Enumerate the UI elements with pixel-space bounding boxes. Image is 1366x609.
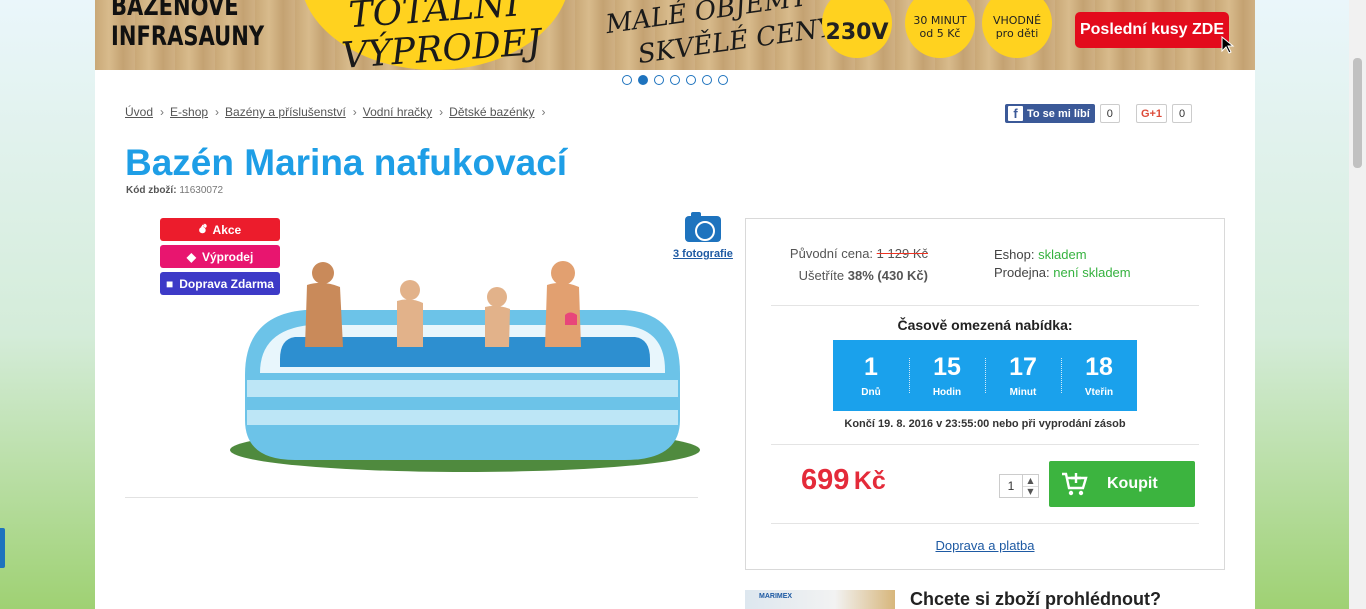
banner-circle-text: TOTÁLNÍ VÝPRODEJ (340, 0, 543, 70)
page-content: BAZÉNOVÉ INFRASAUNY TOTÁLNÍ VÝPRODEJ MAL… (95, 0, 1255, 609)
breadcrumb-item-detske-bazenky[interactable]: Dětské bazénky (449, 105, 534, 119)
chevron-right-icon: › (541, 105, 546, 119)
slider-dot[interactable] (654, 75, 664, 85)
transport-payment-link[interactable]: Doprava a platba (746, 538, 1224, 553)
photos-link[interactable]: 3 fotografie (673, 212, 733, 260)
facebook-like: f To se mi líbí 0 (1005, 104, 1120, 123)
breadcrumb: Úvod › E-shop › Bazény a příslušenství ›… (125, 105, 552, 119)
quantity-arrows[interactable]: ▲ ▼ (1023, 474, 1039, 498)
banner-left-text: BAZÉNOVÉ INFRASAUNY (111, 0, 265, 52)
original-price: Původní cena: 1 129 Kč (789, 246, 928, 261)
breadcrumb-item-eshop[interactable]: E-shop (170, 105, 208, 119)
buy-panel: Původní cena: 1 129 Kč Ušetříte 38% (430… (745, 218, 1225, 570)
cart-icon (1062, 472, 1088, 496)
showroom-heading: Chcete si zboží prohlédnout? (910, 589, 1161, 609)
countdown-timer: 1 Dnů 15 Hodin 17 Minut 18 Vteřin (833, 340, 1137, 411)
offer-end-text: Končí 19. 8. 2016 v 23:55:00 nebo při vy… (844, 418, 1126, 430)
google-plus-button[interactable]: G+1 (1136, 104, 1167, 123)
truck-icon: ■ (166, 276, 174, 291)
product-title: Bazén Marina nafukovací (125, 142, 568, 183)
slider-dot[interactable] (622, 75, 632, 85)
divider (125, 497, 698, 498)
breadcrumb-item-vodni-hracky[interactable]: Vodní hračky (363, 105, 432, 119)
promo-banner[interactable]: BAZÉNOVÉ INFRASAUNY TOTÁLNÍ VÝPRODEJ MAL… (95, 0, 1255, 70)
banner-mid-text: MALÉ OBJEMY SKVĚLÉ CENY (603, 0, 837, 70)
bomb-icon: 💣︎ (198, 222, 207, 236)
facebook-like-label: To se mi líbí (1027, 107, 1090, 120)
divider (771, 523, 1199, 524)
slider-dots (622, 75, 728, 85)
countdown-seconds: 18 Vteřin (1061, 340, 1137, 411)
countdown-days: 1 Dnů (861, 353, 881, 398)
store-thumbnail[interactable]: MARIMEX (745, 590, 895, 609)
facebook-icon: f (1008, 106, 1023, 121)
breadcrumb-item-uvod[interactable]: Úvod (125, 105, 153, 119)
slider-dot[interactable] (686, 75, 696, 85)
limited-offer-title: Časově omezená nabídka: (897, 317, 1073, 333)
eshop-stock-status: skladem (1038, 247, 1087, 262)
quantity-input[interactable]: 1 (999, 474, 1023, 498)
chevron-right-icon: › (439, 105, 444, 119)
divider (771, 305, 1199, 306)
product-price: 699 Kč (801, 464, 886, 496)
countdown-hours: 15 Hodin (909, 340, 985, 411)
badge-pro-deti: VHODNÉ pro děti (982, 0, 1052, 58)
facebook-like-count: 0 (1099, 104, 1120, 123)
banner-cta-button[interactable]: Poslední kusy ZDE (1075, 12, 1235, 54)
slider-dot-active[interactable] (638, 75, 648, 85)
chevron-up-icon[interactable]: ▲ (1023, 475, 1038, 486)
buy-button-label: Koupit (1107, 475, 1158, 492)
countdown-minutes: 17 Minut (985, 340, 1061, 411)
savings: Ušetříte 38% (430 Kč) (798, 268, 928, 283)
cursor-icon (1221, 36, 1235, 54)
scrollbar[interactable] (1349, 0, 1366, 609)
breadcrumb-item-bazeny[interactable]: Bazény a příslušenství (225, 105, 346, 119)
scrollbar-thumb[interactable] (1353, 58, 1362, 168)
chevron-right-icon: › (352, 105, 357, 119)
sale-tag-icon: ◆ (186, 249, 196, 264)
badge-30-minut: 30 MINUT od 5 Kč (905, 0, 975, 58)
product-image[interactable] (225, 255, 705, 475)
store-stock-status: není skladem (1053, 265, 1131, 280)
facebook-like-button[interactable]: f To se mi líbí (1005, 104, 1095, 123)
google-plus: G+1 0 (1136, 104, 1192, 123)
slider-dot[interactable] (670, 75, 680, 85)
label-akce: 💣︎ Akce (160, 218, 280, 241)
chevron-right-icon: › (215, 105, 220, 119)
camera-icon (684, 212, 721, 242)
google-plus-count: 0 (1172, 104, 1192, 123)
slider-dot[interactable] (702, 75, 712, 85)
store-thumbnail-label: MARIMEX (759, 593, 793, 600)
slider-dot[interactable] (718, 75, 728, 85)
quantity-stepper[interactable]: 1 ▲ ▼ (999, 474, 1039, 498)
side-feedback-tab[interactable] (0, 528, 5, 568)
stock-status: Eshop: skladem Prodejna: není skladem (994, 247, 1131, 280)
product-code: Kód zboží: 11630072 (126, 185, 224, 196)
badge-230v: 230V (822, 0, 892, 58)
buy-button[interactable]: Koupit (1049, 461, 1195, 507)
pool-illustration (230, 261, 700, 472)
chevron-down-icon[interactable]: ▼ (1023, 485, 1038, 498)
chevron-right-icon: › (160, 105, 165, 119)
divider (771, 444, 1199, 445)
